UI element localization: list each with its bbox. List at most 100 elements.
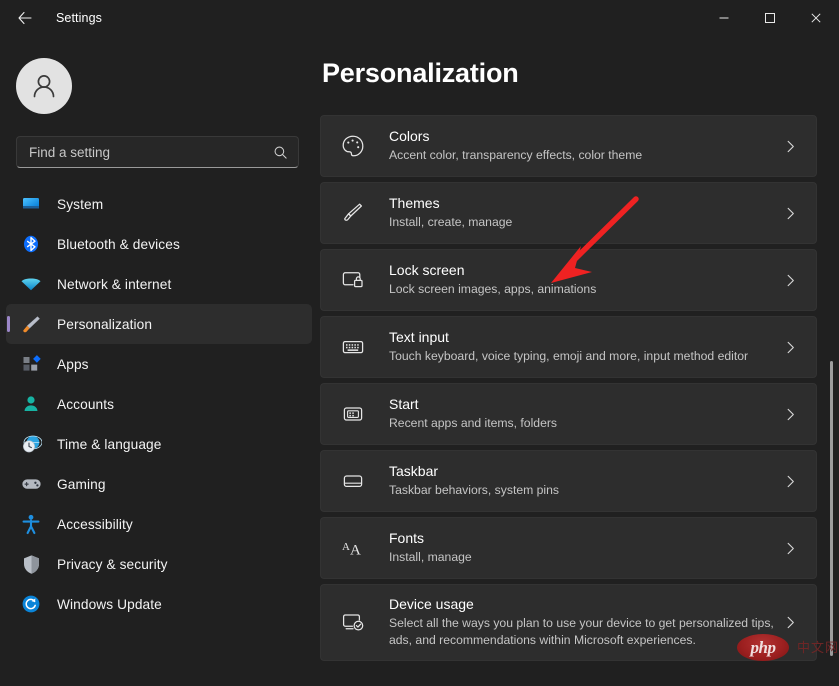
card-colors[interactable]: Colors Accent color, transparency effect… [320,115,817,177]
svg-text:A: A [350,542,361,558]
person-avatar-icon [27,69,61,103]
chevron-right-icon[interactable] [778,206,802,221]
start-grid-icon [339,400,367,428]
sidebar-item-label: Network & internet [57,277,171,292]
sidebar-item-system[interactable]: System [6,184,312,224]
monitor-icon [20,193,42,215]
sidebar-item-label: Time & language [57,437,161,452]
back-button[interactable] [8,3,42,33]
settings-window: Settings [0,0,839,686]
sidebar-item-accessibility[interactable]: Accessibility [6,504,312,544]
card-description: Select all the ways you plan to use your… [389,615,778,650]
shield-icon [20,553,42,575]
minimize-icon [718,12,730,24]
maximize-icon [764,12,776,24]
palette-icon [339,132,367,160]
wifi-icon [20,273,42,295]
card-description: Touch keyboard, voice typing, emoji and … [389,348,778,365]
watermark-secondary-text: 中文网 [797,637,839,656]
card-title: Start [389,395,778,414]
sidebar-item-label: Personalization [57,317,152,332]
card-description: Install, create, manage [389,214,778,231]
sidebar-item-windows-update[interactable]: Windows Update [6,584,312,624]
card-title: Lock screen [389,261,778,280]
window-title: Settings [56,11,102,25]
card-title: Taskbar [389,462,778,481]
sidebar-item-label: Gaming [57,477,106,492]
sidebar-item-label: Apps [57,357,89,372]
chevron-right-icon[interactable] [778,340,802,355]
close-button[interactable] [793,0,839,36]
sidebar-item-apps[interactable]: Apps [6,344,312,384]
card-fonts[interactable]: A A Fonts Install, manage [320,517,817,579]
account-person-icon [20,393,42,415]
chevron-right-icon[interactable] [778,139,802,154]
sidebar-item-label: Accounts [57,397,114,412]
avatar[interactable] [16,58,72,114]
card-text: Text input Touch keyboard, voice typing,… [389,328,778,365]
card-title: Text input [389,328,778,347]
card-title: Device usage [389,595,778,614]
sidebar-nav: System Bluetooth & devices [0,184,320,624]
back-arrow-icon [17,10,33,26]
vertical-scrollbar[interactable] [830,361,833,656]
apps-icon [20,353,42,375]
chevron-right-icon[interactable] [778,474,802,489]
sidebar-item-label: Privacy & security [57,557,168,572]
card-description: Lock screen images, apps, animations [389,281,778,298]
card-themes[interactable]: Themes Install, create, manage [320,182,817,244]
sidebar-item-label: Bluetooth & devices [57,237,180,252]
search-box[interactable] [16,136,299,168]
lock-screen-icon [339,266,367,294]
sidebar: System Bluetooth & devices [0,36,320,686]
window-body: System Bluetooth & devices [0,36,839,686]
card-title: Themes [389,194,778,213]
title-bar: Settings [0,0,839,36]
card-title: Colors [389,127,778,146]
chevron-right-icon[interactable] [778,407,802,422]
accessibility-person-icon [20,513,42,535]
card-text: Taskbar Taskbar behaviors, system pins [389,462,778,499]
maximize-button[interactable] [747,0,793,36]
card-text-input[interactable]: Text input Touch keyboard, voice typing,… [320,316,817,378]
search-wrap [0,114,320,168]
paintbrush-icon [339,199,367,227]
chevron-right-icon[interactable] [778,615,802,630]
card-title: Fonts [389,529,778,548]
card-lock-screen[interactable]: Lock screen Lock screen images, apps, an… [320,249,817,311]
sidebar-item-privacy-security[interactable]: Privacy & security [6,544,312,584]
svg-text:A: A [342,541,350,553]
sidebar-item-label: Windows Update [57,597,162,612]
search-icon[interactable] [273,145,288,160]
minimize-button[interactable] [701,0,747,36]
device-usage-icon [339,608,367,636]
card-description: Install, manage [389,549,778,566]
sidebar-item-network-internet[interactable]: Network & internet [6,264,312,304]
sidebar-item-label: Accessibility [57,517,133,532]
keyboard-icon [339,333,367,361]
main-content: Personalization Colors A [320,36,839,686]
php-watermark: php [737,634,789,661]
fonts-aa-icon: A A [339,534,367,562]
card-description: Taskbar behaviors, system pins [389,482,778,499]
card-taskbar[interactable]: Taskbar Taskbar behaviors, system pins [320,450,817,512]
watermark-text: php [737,634,789,661]
sidebar-item-time-language[interactable]: Time & language [6,424,312,464]
bluetooth-icon [20,233,42,255]
card-description: Accent color, transparency effects, colo… [389,147,778,164]
sidebar-item-bluetooth-devices[interactable]: Bluetooth & devices [6,224,312,264]
update-refresh-icon [20,593,42,615]
chevron-right-icon[interactable] [778,541,802,556]
close-icon [810,12,822,24]
paintbrush-icon [20,313,42,335]
sidebar-item-personalization[interactable]: Personalization [6,304,312,344]
chevron-right-icon[interactable] [778,273,802,288]
gamepad-icon [20,473,42,495]
search-input[interactable] [29,145,273,160]
sidebar-item-gaming[interactable]: Gaming [6,464,312,504]
avatar-row [0,36,320,114]
sidebar-item-accounts[interactable]: Accounts [6,384,312,424]
card-text: Start Recent apps and items, folders [389,395,778,432]
window-controls [701,0,839,36]
card-start[interactable]: Start Recent apps and items, folders [320,383,817,445]
